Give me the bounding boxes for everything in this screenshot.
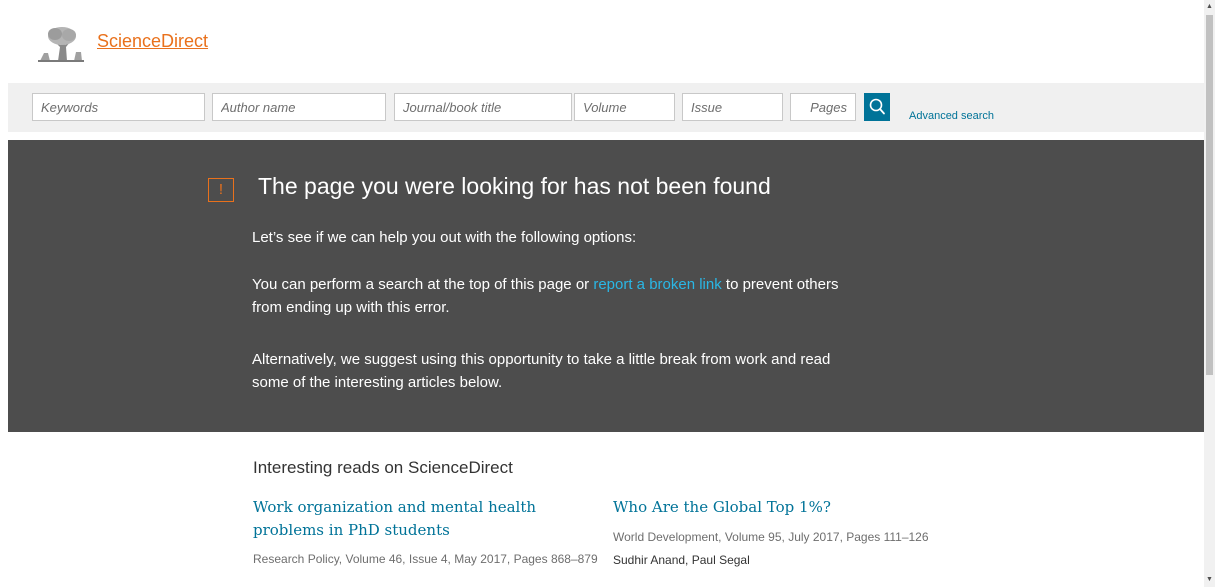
brand-link[interactable]: ScienceDirect: [97, 31, 208, 52]
report-broken-link[interactable]: report a broken link: [593, 276, 721, 293]
article-authors: Sudhir Anand, Paul Segal: [613, 553, 750, 567]
article-title-link[interactable]: Who Are the Global Top 1%?: [613, 496, 973, 519]
error-break-suggestion: Alternatively, we suggest using this opp…: [252, 351, 831, 391]
article-meta: Research Policy, Volume 46, Issue 4, May…: [253, 552, 598, 566]
error-panel: ! The page you were looking for has not …: [8, 140, 1204, 432]
site-header: ScienceDirect: [0, 0, 1204, 83]
interesting-reads-heading: Interesting reads on ScienceDirect: [253, 458, 513, 477]
pages-input[interactable]: [790, 93, 856, 121]
warning-icon: !: [208, 178, 234, 202]
article-title-link[interactable]: Work organization and mental health prob…: [253, 496, 563, 542]
search-hint-text: You can perform a search at the top of t…: [252, 276, 594, 293]
scroll-up-arrow-icon[interactable]: ▲: [1204, 0, 1215, 14]
error-search-hint: You can perform a search at the top of t…: [252, 273, 842, 319]
scroll-down-arrow-icon[interactable]: ▼: [1204, 573, 1215, 587]
elsevier-logo-icon[interactable]: [36, 23, 86, 63]
volume-input[interactable]: [574, 93, 675, 121]
error-intro: Let’s see if we can help you out with th…: [252, 229, 637, 246]
journal-title-input[interactable]: [394, 93, 572, 121]
keywords-input[interactable]: [32, 93, 205, 121]
advanced-search-link[interactable]: Advanced search: [909, 110, 994, 122]
quick-search-bar: Advanced search: [8, 83, 1204, 132]
issue-input[interactable]: [682, 93, 783, 121]
page-scrollbar[interactable]: ▲ ▼: [1204, 0, 1215, 587]
search-icon: [869, 98, 885, 115]
scroll-thumb[interactable]: [1206, 15, 1213, 375]
error-title: The page you were looking for has not be…: [258, 173, 771, 199]
article-meta: World Development, Volume 95, July 2017,…: [613, 530, 929, 544]
author-name-input[interactable]: [212, 93, 386, 121]
search-button[interactable]: [864, 93, 890, 121]
